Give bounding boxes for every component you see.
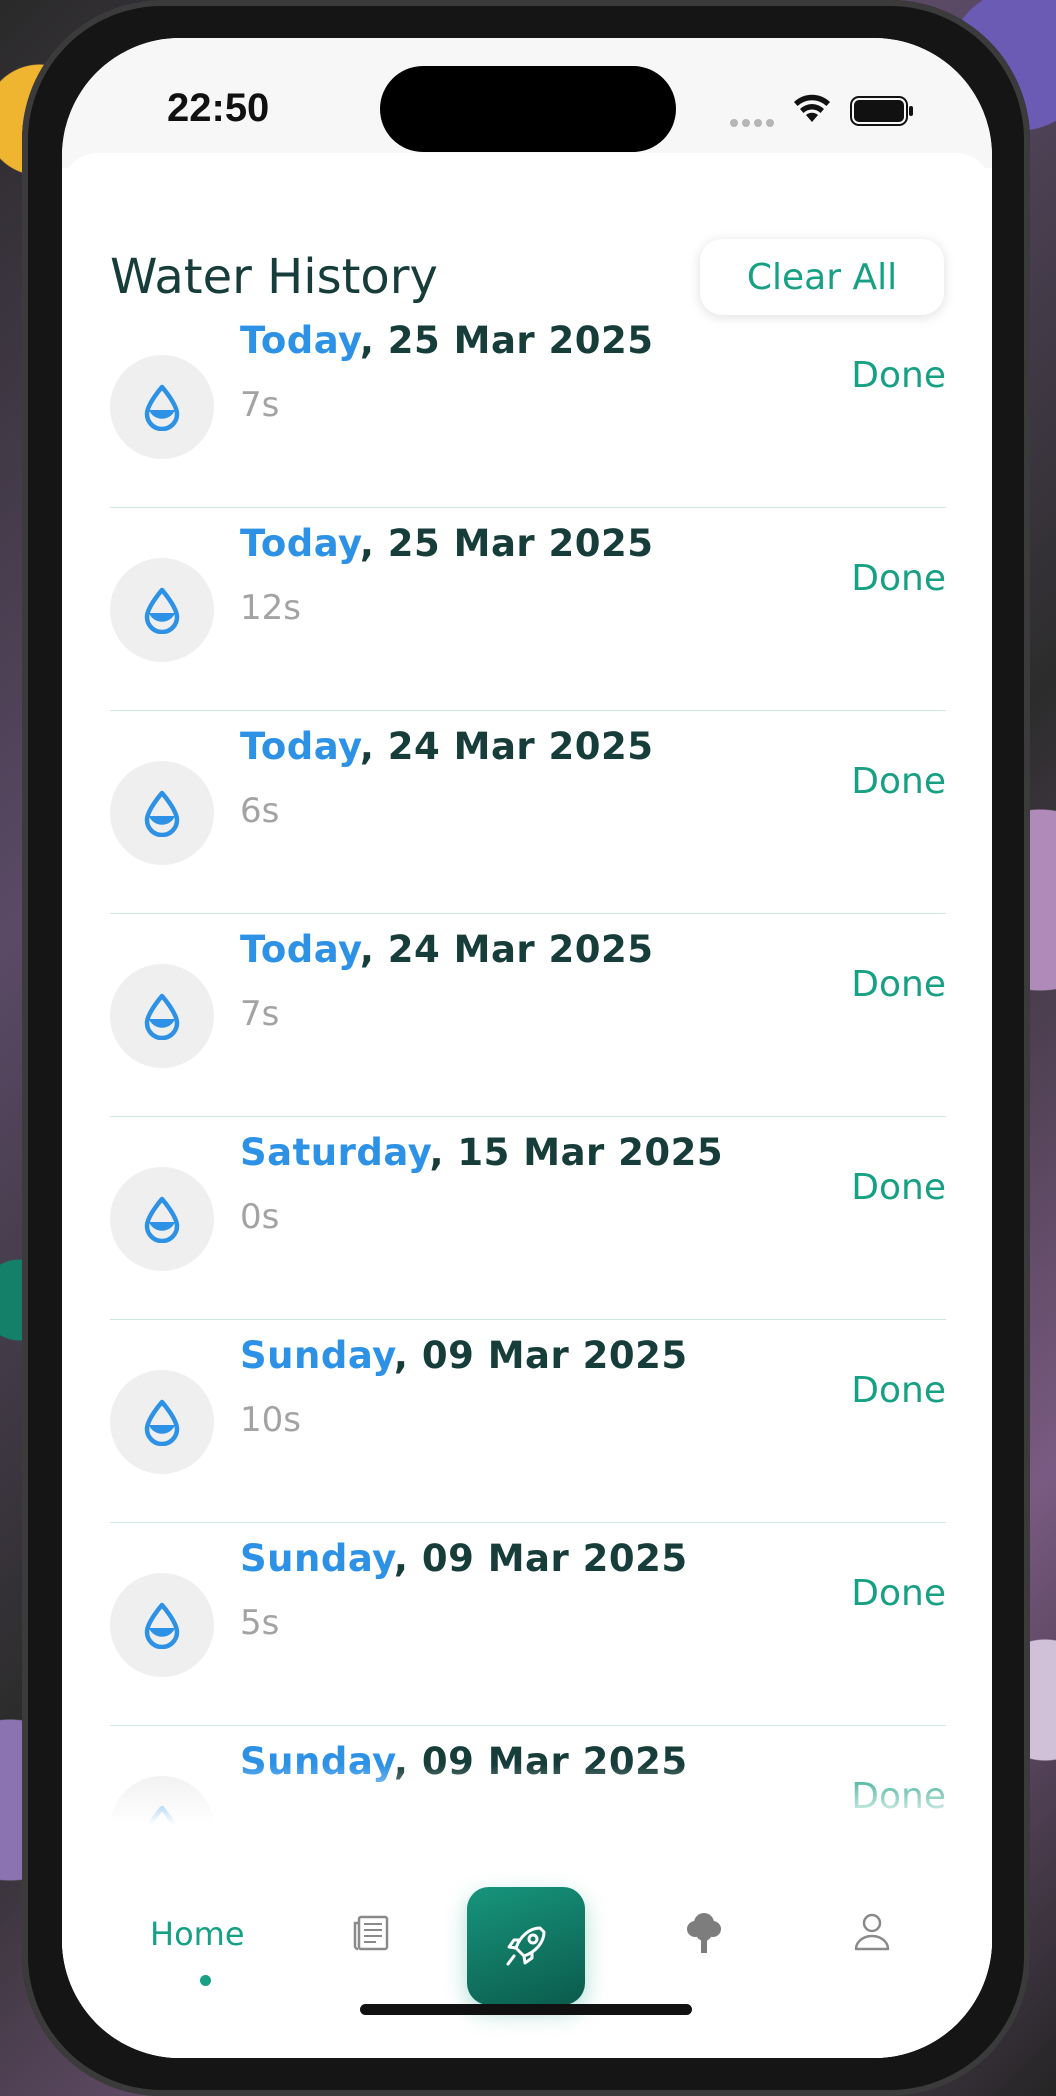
list-item[interactable]: Sunday, 09 Mar 2025 5s Done bbox=[110, 1523, 946, 1726]
news-icon[interactable] bbox=[352, 1913, 392, 1953]
water-drop-icon bbox=[147, 1805, 177, 1825]
entry-day: Sunday bbox=[240, 1334, 394, 1377]
entry-day: Saturday bbox=[240, 1131, 430, 1174]
screen: 22:50 Water History Clear All Today, 25 … bbox=[62, 38, 992, 2058]
entry-status: Done bbox=[851, 1573, 946, 1614]
entry-date-text: , 15 Mar 2025 bbox=[429, 1131, 724, 1174]
water-drop-icon bbox=[144, 384, 180, 431]
water-drop-badge bbox=[110, 1370, 214, 1474]
wifi-icon bbox=[794, 94, 830, 122]
water-drop-icon bbox=[144, 1196, 180, 1243]
entry-date: Today, 25 Mar 2025 bbox=[240, 319, 654, 362]
cellular-signal-icon bbox=[730, 114, 778, 132]
entry-date: Today, 24 Mar 2025 bbox=[240, 928, 654, 971]
entry-date-text: , 09 Mar 2025 bbox=[393, 1740, 688, 1783]
water-drop-icon bbox=[144, 587, 180, 634]
entry-date-text: , 24 Mar 2025 bbox=[359, 725, 654, 768]
list-item[interactable]: Sunday, 09 Mar 2025 10s Done bbox=[110, 1320, 946, 1523]
clear-all-button[interactable]: Clear All bbox=[700, 239, 944, 315]
water-drop-badge bbox=[110, 1167, 214, 1271]
page-title: Water History bbox=[110, 249, 438, 305]
phone-frame: 22:50 Water History Clear All Today, 25 … bbox=[22, 0, 1030, 2096]
entry-status: Done bbox=[851, 761, 946, 802]
entry-date-text: , 25 Mar 2025 bbox=[359, 319, 654, 362]
entry-date-text: , 09 Mar 2025 bbox=[393, 1537, 688, 1580]
list-item[interactable]: Today, 24 Mar 2025 7s Done bbox=[110, 914, 946, 1117]
entry-date-text: , 24 Mar 2025 bbox=[359, 928, 654, 971]
list-item[interactable]: Today, 24 Mar 2025 6s Done bbox=[110, 711, 946, 914]
entry-status: Done bbox=[851, 1370, 946, 1411]
entry-day: Sunday bbox=[240, 1740, 394, 1783]
list-item[interactable]: Today, 25 Mar 2025 12s Done bbox=[110, 508, 946, 711]
entry-duration: 7s bbox=[240, 994, 280, 1034]
battery-icon bbox=[850, 96, 913, 126]
entry-duration: 12s bbox=[240, 588, 301, 628]
entry-day: Today bbox=[240, 725, 360, 768]
entry-status: Done bbox=[851, 1776, 946, 1817]
rocket-action-button[interactable] bbox=[467, 1887, 585, 2005]
status-time: 22:50 bbox=[167, 86, 270, 130]
entry-date-text: , 25 Mar 2025 bbox=[359, 522, 654, 565]
water-drop-icon bbox=[144, 1602, 180, 1649]
water-history-list[interactable]: Today, 25 Mar 2025 7s Done Today, 25 Mar… bbox=[110, 305, 946, 1825]
entry-duration: 7s bbox=[240, 385, 280, 425]
entry-duration: 5s bbox=[240, 1603, 280, 1643]
water-drop-badge bbox=[110, 1776, 214, 1825]
entry-status: Done bbox=[851, 964, 946, 1005]
home-indicator bbox=[360, 2004, 692, 2015]
entry-day: Today bbox=[240, 522, 360, 565]
water-drop-badge bbox=[110, 964, 214, 1068]
water-drop-badge bbox=[110, 761, 214, 865]
water-drop-icon bbox=[144, 993, 180, 1040]
tab-home[interactable]: Home bbox=[150, 1915, 245, 1953]
water-drop-badge bbox=[110, 355, 214, 459]
entry-day: Sunday bbox=[240, 1537, 394, 1580]
entry-date-text: , 09 Mar 2025 bbox=[393, 1334, 688, 1377]
entry-date: Today, 25 Mar 2025 bbox=[240, 522, 654, 565]
entry-day: Today bbox=[240, 928, 360, 971]
entry-date: Sunday, 09 Mar 2025 bbox=[240, 1334, 688, 1377]
entry-status: Done bbox=[851, 558, 946, 599]
water-drop-badge bbox=[110, 558, 214, 662]
tree-icon[interactable] bbox=[684, 1909, 724, 1955]
entry-date: Today, 24 Mar 2025 bbox=[240, 725, 654, 768]
entry-duration: 0s bbox=[240, 1197, 280, 1237]
entry-day: Today bbox=[240, 319, 360, 362]
profile-icon[interactable] bbox=[852, 1911, 892, 1953]
rocket-icon bbox=[506, 1926, 546, 1966]
water-drop-badge bbox=[110, 1573, 214, 1677]
entry-status: Done bbox=[851, 1167, 946, 1208]
entry-duration: 6s bbox=[240, 791, 280, 831]
status-bar: 22:50 bbox=[62, 38, 992, 168]
entry-date: Sunday, 09 Mar 2025 bbox=[240, 1740, 688, 1783]
list-item[interactable]: Sunday, 09 Mar 2025 Done bbox=[110, 1726, 946, 1825]
active-tab-indicator bbox=[200, 1975, 211, 1986]
tab-bar: Home bbox=[62, 1825, 992, 2058]
entry-duration: 10s bbox=[240, 1400, 301, 1440]
history-card: Water History Clear All Today, 25 Mar 20… bbox=[62, 153, 992, 2058]
entry-date: Saturday, 15 Mar 2025 bbox=[240, 1131, 723, 1174]
water-drop-icon bbox=[144, 790, 180, 837]
list-item[interactable]: Saturday, 15 Mar 2025 0s Done bbox=[110, 1117, 946, 1320]
list-item[interactable]: Today, 25 Mar 2025 7s Done bbox=[110, 305, 946, 508]
dynamic-island bbox=[380, 66, 676, 152]
entry-date: Sunday, 09 Mar 2025 bbox=[240, 1537, 688, 1580]
water-drop-icon bbox=[144, 1399, 180, 1446]
entry-status: Done bbox=[851, 355, 946, 396]
